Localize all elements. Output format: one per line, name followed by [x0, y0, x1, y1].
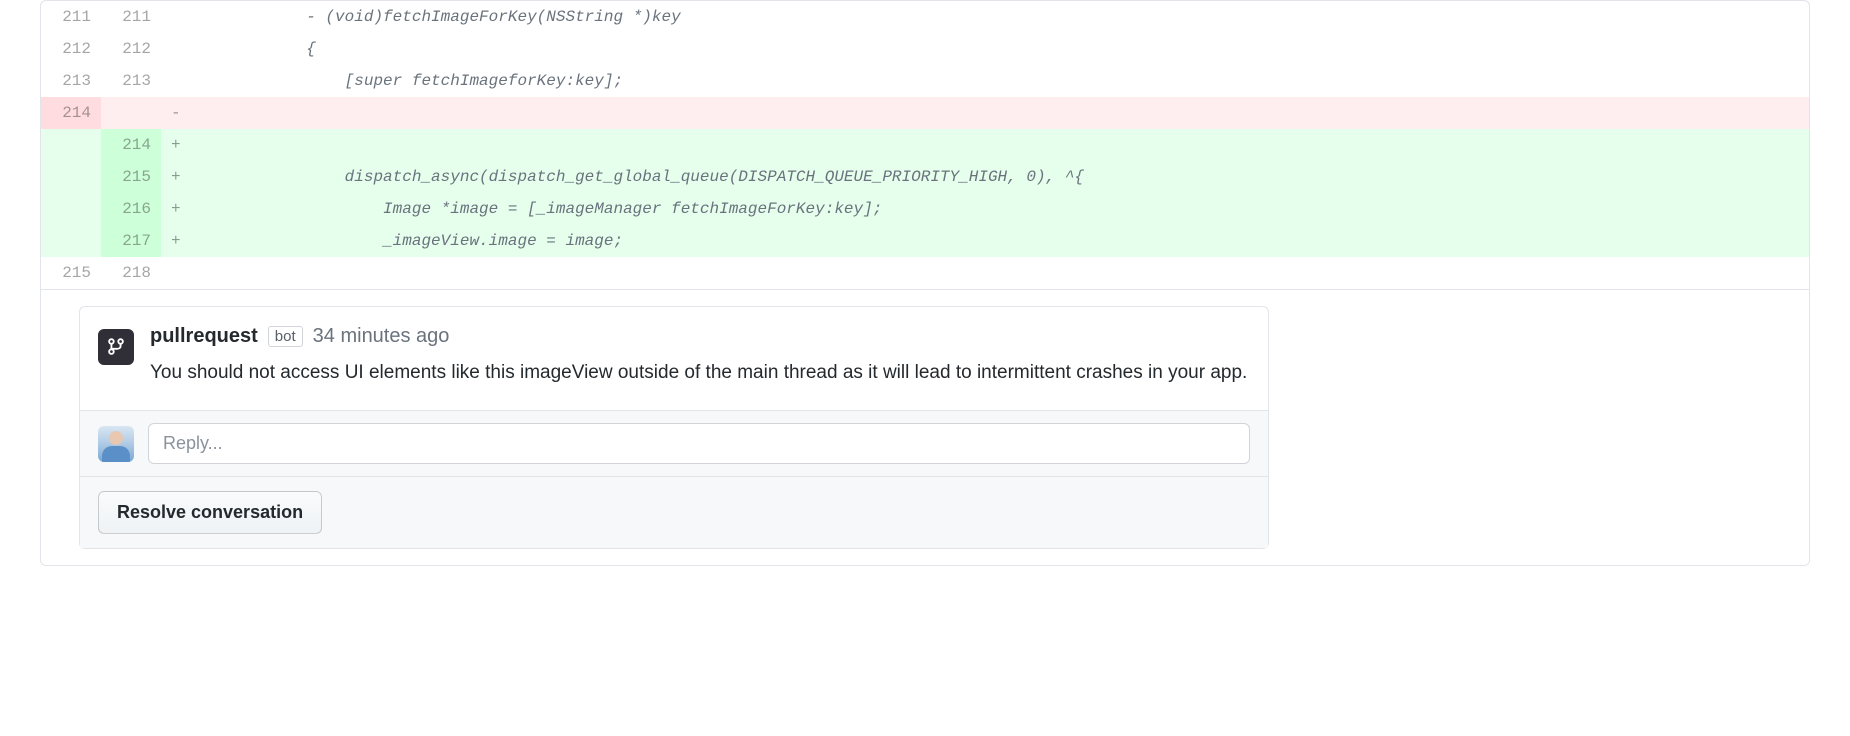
line-number-old[interactable] — [41, 129, 101, 161]
diff-row: 214+ — [41, 129, 1809, 161]
comment-content: pullrequest bot 34 minutes ago You shoul… — [150, 325, 1250, 402]
diff-row: 215218 — [41, 257, 1809, 289]
diff-row: 216+ Image *image = [_imageManager fetch… — [41, 193, 1809, 225]
diff-code: [super fetchImageforKey:key]; — [191, 65, 1809, 97]
resolve-section: Resolve conversation — [80, 476, 1268, 548]
line-number-old[interactable]: 214 — [41, 97, 101, 129]
diff-row: 217+ _imageView.image = image; — [41, 225, 1809, 257]
diff-marker: + — [161, 193, 191, 225]
diff-code — [191, 97, 1809, 129]
comment-box: pullrequest bot 34 minutes ago You shoul… — [79, 306, 1269, 549]
comment-body: You should not access UI elements like t… — [150, 358, 1250, 402]
diff-marker — [161, 33, 191, 65]
line-number-new[interactable]: 211 — [101, 1, 161, 33]
reply-section — [80, 410, 1268, 476]
line-number-old[interactable]: 212 — [41, 33, 101, 65]
line-number-old[interactable] — [41, 225, 101, 257]
line-number-new[interactable] — [101, 97, 161, 129]
comment-wrapper: pullrequest bot 34 minutes ago You shoul… — [41, 289, 1809, 565]
comment-timestamp[interactable]: 34 minutes ago — [313, 325, 450, 348]
diff-table: 211211 - (void)fetchImageForKey(NSString… — [41, 1, 1809, 289]
diff-row: 214 - — [41, 97, 1809, 129]
comment-author[interactable]: pullrequest — [150, 325, 258, 348]
bot-badge: bot — [268, 326, 303, 347]
diff-marker — [161, 1, 191, 33]
line-number-old[interactable]: 215 — [41, 257, 101, 289]
diff-code: _imageView.image = image; — [191, 225, 1809, 257]
diff-marker: - — [161, 97, 191, 129]
line-number-old[interactable] — [41, 193, 101, 225]
user-avatar[interactable] — [98, 426, 134, 462]
diff-marker — [161, 257, 191, 289]
line-number-new[interactable]: 213 — [101, 65, 161, 97]
diff-row: 213213 [super fetchImageforKey:key]; — [41, 65, 1809, 97]
line-number-new[interactable]: 215 — [101, 161, 161, 193]
line-number-old[interactable]: 211 — [41, 1, 101, 33]
bot-avatar-icon — [98, 329, 134, 365]
line-number-new[interactable]: 216 — [101, 193, 161, 225]
line-number-new[interactable]: 217 — [101, 225, 161, 257]
line-number-new[interactable]: 212 — [101, 33, 161, 65]
comment-header: pullrequest bot 34 minutes ago You shoul… — [80, 307, 1268, 410]
diff-marker — [161, 65, 191, 97]
line-number-old[interactable]: 213 — [41, 65, 101, 97]
diff-row: 211211 - (void)fetchImageForKey(NSString… — [41, 1, 1809, 33]
diff-code — [191, 257, 1809, 289]
diff-row: 215+ dispatch_async(dispatch_get_global_… — [41, 161, 1809, 193]
diff-code: dispatch_async(dispatch_get_global_queue… — [191, 161, 1809, 193]
line-number-new[interactable]: 214 — [101, 129, 161, 161]
diff-marker: + — [161, 161, 191, 193]
resolve-conversation-button[interactable]: Resolve conversation — [98, 491, 322, 534]
diff-code: Image *image = [_imageManager fetchImage… — [191, 193, 1809, 225]
diff-code: - (void)fetchImageForKey(NSString *)key — [191, 1, 1809, 33]
diff-code: { — [191, 33, 1809, 65]
diff-marker: + — [161, 225, 191, 257]
diff-container: 211211 - (void)fetchImageForKey(NSString… — [40, 0, 1810, 566]
comment-meta: pullrequest bot 34 minutes ago — [150, 325, 1250, 348]
diff-row: 212212 { — [41, 33, 1809, 65]
line-number-new[interactable]: 218 — [101, 257, 161, 289]
diff-marker: + — [161, 129, 191, 161]
diff-code — [191, 129, 1809, 161]
line-number-old[interactable] — [41, 161, 101, 193]
reply-input[interactable] — [148, 423, 1250, 464]
